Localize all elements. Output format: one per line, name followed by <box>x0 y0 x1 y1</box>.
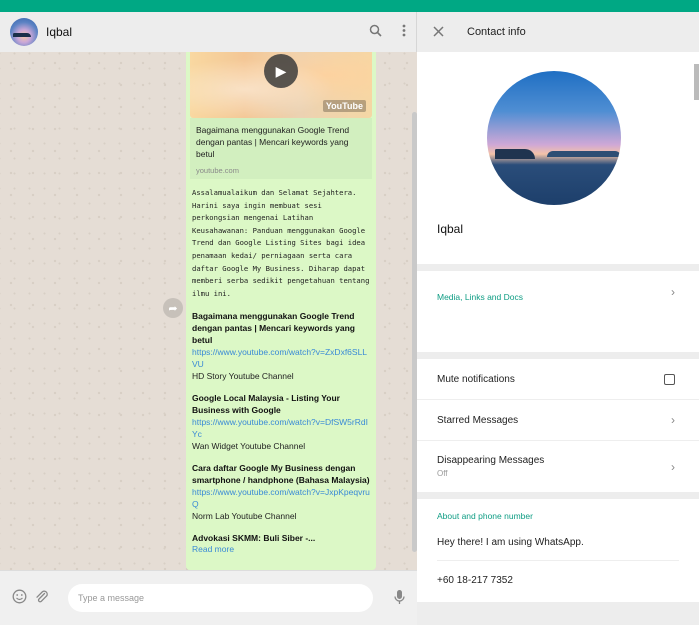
chevron-right-icon: › <box>671 459 675 474</box>
chat-pane: Iqbal ➦ ▶ YouTube Bagaimana menggunakan … <box>0 12 417 625</box>
entry-title: Google Local Malaysia - Listing Your Bus… <box>192 393 340 416</box>
read-more-link[interactable]: Read more <box>192 544 370 554</box>
youtube-logo: YouTube <box>322 100 366 112</box>
chevron-right-icon: › <box>671 285 675 299</box>
phone-number[interactable]: +60 18-217 7352 <box>437 561 679 602</box>
about-status: Hey there! I am using WhatsApp. <box>437 537 679 561</box>
attach-icon[interactable] <box>34 589 56 607</box>
contact-avatar[interactable] <box>10 18 38 46</box>
emoji-icon[interactable] <box>12 589 34 607</box>
about-card: About and phone number Hey there! I am u… <box>417 499 699 602</box>
chevron-right-icon: › <box>671 413 675 427</box>
entry-channel: HD Story Youtube Channel <box>192 371 294 382</box>
link-preview[interactable]: Bagaimana menggunakan Google Trend denga… <box>190 118 372 179</box>
video-thumbnail[interactable]: ▶ YouTube <box>190 52 372 118</box>
message-text: Assalamualaikum dan Selamat Sejahtera. H… <box>192 188 370 298</box>
entry-link[interactable]: https://www.youtube.com/watch?v=DfSW5rRd… <box>192 416 370 440</box>
mute-notifications-row[interactable]: Mute notifications <box>417 359 699 400</box>
link-preview-title: Bagaimana menggunakan Google Trend denga… <box>196 125 350 159</box>
entry-title: Advokasi SKMM: Buli Siber -... <box>192 533 316 544</box>
app-top-bar <box>0 0 699 12</box>
link-preview-domain: youtube.com <box>196 166 239 175</box>
entry-link[interactable]: https://www.youtube.com/watch?v=ZxDxf6SL… <box>192 346 370 370</box>
chat-header[interactable]: Iqbal <box>0 12 417 52</box>
message-bubble[interactable]: ▶ YouTube Bagaimana menggunakan Google T… <box>186 52 376 570</box>
entry-channel: Norm Lab Youtube Channel <box>192 511 297 522</box>
contact-info-title: Contact info <box>467 26 526 38</box>
message-list[interactable]: ➦ ▶ YouTube Bagaimana menggunakan Google… <box>0 52 417 570</box>
compose-bar: Type a message <box>0 570 417 625</box>
about-label: About and phone number <box>437 511 533 521</box>
play-icon[interactable]: ▶ <box>264 54 298 88</box>
disappearing-label: Disappearing Messages <box>437 455 545 466</box>
video-entry: Bagaimana menggunakan Google Trend denga… <box>190 300 372 382</box>
entry-channel: Wan Widget Youtube Channel <box>192 441 306 452</box>
menu-icon[interactable] <box>402 24 406 40</box>
video-entry: Google Local Malaysia - Listing Your Bus… <box>190 382 372 452</box>
chat-header-actions <box>369 24 406 40</box>
entry-link[interactable]: https://www.youtube.com/watch?v=JxpKpeqv… <box>192 486 370 510</box>
microphone-icon[interactable] <box>394 589 405 608</box>
close-icon[interactable] <box>433 24 463 40</box>
mute-label: Mute notifications <box>437 373 515 385</box>
contact-info-panel: Contact info Iqbal Media, Links and Docs… <box>417 12 699 625</box>
entry-title: Cara daftar Google My Business dengan sm… <box>192 463 370 486</box>
chat-contact-name[interactable]: Iqbal <box>46 25 72 39</box>
starred-messages-row[interactable]: Starred Messages › <box>417 400 699 441</box>
video-entry: Cara daftar Google My Business dengan sm… <box>190 452 372 522</box>
forward-icon[interactable]: ➦ <box>163 298 183 318</box>
media-label: Media, Links and Docs <box>437 292 523 302</box>
media-links-docs[interactable]: Media, Links and Docs › <box>417 271 699 352</box>
disappearing-text: Disappearing Messages Off <box>437 455 544 478</box>
contact-info-header: Contact info <box>417 12 699 52</box>
disappearing-value: Off <box>437 469 448 478</box>
video-entry: Advokasi SKMM: Buli Siber -... Read more <box>190 522 372 554</box>
starred-label: Starred Messages <box>437 414 519 426</box>
profile-photo[interactable] <box>487 71 621 205</box>
profile-name: Iqbal <box>437 222 464 236</box>
search-icon[interactable] <box>369 24 382 40</box>
mute-checkbox[interactable] <box>664 373 675 385</box>
panel-scrollbar[interactable] <box>694 64 699 100</box>
disappearing-messages-row[interactable]: Disappearing Messages Off › <box>417 441 699 492</box>
message-input[interactable]: Type a message <box>68 584 373 612</box>
app-window: Iqbal ➦ ▶ YouTube Bagaimana menggunakan … <box>0 12 699 625</box>
chat-settings: Mute notifications Starred Messages › Di… <box>417 359 699 492</box>
profile-card: Iqbal <box>417 52 699 264</box>
entry-title: Bagaimana menggunakan Google Trend denga… <box>192 311 355 346</box>
